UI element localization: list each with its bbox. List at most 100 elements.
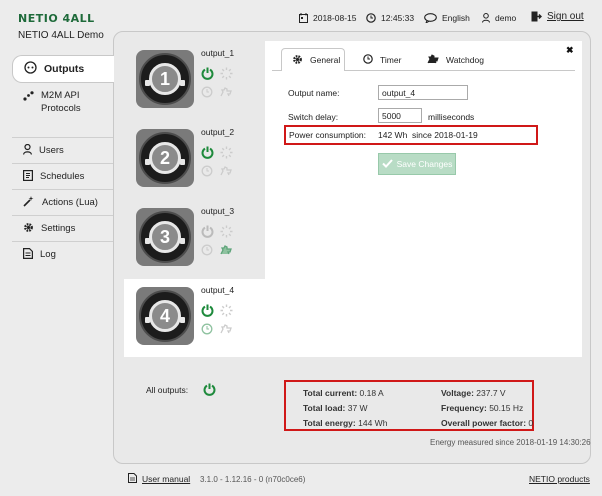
timer-icon[interactable]: [201, 165, 213, 179]
timer-icon[interactable]: [201, 323, 213, 337]
outputs-icon: [24, 61, 37, 77]
sidebar-item-m2m-api[interactable]: M2M API Protocols: [12, 89, 113, 119]
netio-products-link[interactable]: NETIO products: [529, 474, 590, 484]
tab-label: Watchdog: [446, 54, 484, 65]
power-icon[interactable]: [201, 225, 214, 240]
output-card-3[interactable]: 3 output_3: [124, 200, 267, 278]
user-icon: [482, 13, 490, 23]
output-card-1[interactable]: 1 output_1: [124, 42, 267, 120]
language-selector[interactable]: English: [424, 13, 470, 23]
output-name: output_2: [201, 127, 235, 137]
watchdog-icon[interactable]: [220, 323, 232, 336]
calendar-icon: [299, 13, 308, 23]
sidebar-item-label: Users: [39, 145, 64, 156]
frequency-value: 50.15 Hz: [489, 403, 524, 413]
sidebar-item-label: Log: [40, 249, 56, 260]
wand-icon: [23, 195, 35, 210]
all-outputs-label: All outputs:: [146, 385, 189, 395]
timer-icon[interactable]: [201, 86, 213, 100]
sidebar-item-label: Schedules: [40, 171, 85, 182]
m2m-icon: [23, 91, 34, 104]
device-name: NETIO 4ALL Demo: [18, 30, 104, 41]
sidebar-item-log[interactable]: Log: [12, 242, 113, 267]
power-factor-label: Overall power factor:: [441, 418, 527, 428]
language-text: English: [442, 13, 470, 23]
tab-timer[interactable]: Timer: [353, 48, 401, 71]
voltage-value: 237.7 V: [476, 388, 506, 398]
power-factor: Overall power factor: 0: [441, 418, 533, 428]
total-load-value: 37 W: [347, 403, 368, 413]
voltage: Voltage: 237.7 V: [441, 388, 506, 398]
power-icon[interactable]: [201, 304, 214, 319]
power-consumption-label: Power consumption:: [289, 130, 367, 140]
schedule-icon: [23, 169, 34, 184]
output-name-label: Output name:: [288, 88, 340, 98]
document-icon: [128, 473, 137, 485]
sidebar-item-outputs[interactable]: Outputs: [12, 55, 114, 83]
sign-out-link[interactable]: Sign out: [531, 11, 584, 22]
time-display: 12:45:33: [366, 13, 414, 23]
output-name-input[interactable]: output_4: [378, 85, 468, 100]
tab-label: Timer: [380, 54, 402, 65]
socket-number: 4: [149, 300, 181, 332]
sign-out-text: Sign out: [547, 11, 584, 22]
tab-watchdog[interactable]: Watchdog: [417, 48, 484, 71]
power-consumption-value: 142 Wh since 2018-01-19: [378, 130, 478, 140]
sidebar-item-label: Actions (Lua): [42, 197, 98, 208]
total-load: Total load: 37 W: [303, 403, 368, 413]
user-text: demo: [495, 13, 517, 23]
socket-image: 1: [136, 50, 194, 108]
clock-icon: [366, 13, 376, 23]
spinner-icon: [220, 225, 233, 240]
sidebar-item-schedules[interactable]: Schedules: [12, 164, 113, 189]
user-manual-link[interactable]: User manual: [128, 473, 190, 485]
speech-bubble-icon: [424, 13, 437, 23]
socket-image: 4: [136, 287, 194, 345]
energy-measured-since: Energy measured since 2018-01-19 14:30:2…: [430, 438, 591, 447]
socket-number: 3: [149, 221, 181, 253]
frequency: Frequency: 50.15 Hz: [441, 403, 523, 413]
sidebar-item-actions[interactable]: Actions (Lua): [12, 190, 113, 215]
tab-general[interactable]: General: [281, 48, 345, 71]
sidebar-item-label: M2M API: [41, 90, 80, 101]
close-icon[interactable]: ✖: [566, 45, 574, 56]
switch-delay-unit: milliseconds: [428, 112, 475, 122]
user-manual-text: User manual: [142, 474, 191, 484]
power-factor-value: 0: [528, 418, 534, 428]
total-current: Total current: 0.18 A: [303, 388, 384, 398]
user-icon: [23, 143, 32, 158]
frequency-label: Frequency:: [441, 403, 487, 413]
watchdog-icon: [427, 53, 439, 66]
save-changes-button[interactable]: Save Changes: [378, 153, 456, 175]
sidebar-item-settings[interactable]: Settings: [12, 216, 113, 241]
switch-delay-label: Switch delay:: [288, 112, 339, 122]
power-icon[interactable]: [201, 146, 214, 161]
spinner-icon: [220, 146, 233, 161]
date-display: 2018-08-15: [299, 13, 356, 23]
socket-number: 2: [149, 142, 181, 174]
socket-image: 3: [136, 208, 194, 266]
socket-image: 2: [136, 129, 194, 187]
timer-icon[interactable]: [201, 244, 213, 258]
sidebar-item-users[interactable]: Users: [12, 138, 113, 163]
log-icon: [23, 247, 33, 262]
watchdog-icon[interactable]: [220, 244, 232, 257]
user-display: demo: [482, 13, 516, 23]
all-outputs-power-icon[interactable]: [203, 383, 216, 398]
watchdog-icon[interactable]: [220, 86, 232, 99]
sidebar: Outputs M2M API Protocols Users Schedule…: [12, 55, 114, 267]
output-name: output_4: [201, 285, 235, 295]
watchdog-icon[interactable]: [220, 165, 232, 178]
netio-logo: NETIO 4ALL: [18, 12, 95, 25]
power-icon[interactable]: [201, 67, 214, 82]
output-card-2[interactable]: 2 output_2: [124, 121, 267, 199]
switch-delay-input[interactable]: 5000: [378, 108, 422, 123]
voltage-label: Voltage:: [441, 388, 474, 398]
socket-number: 1: [149, 63, 181, 95]
sidebar-item-label-2: Protocols: [41, 103, 81, 114]
gear-icon: [292, 54, 303, 67]
total-energy-label: Total energy:: [303, 418, 356, 428]
clock-icon: [363, 53, 373, 66]
output-card-4[interactable]: 4 output_4: [124, 279, 277, 357]
sidebar-item-label: Settings: [41, 223, 76, 234]
